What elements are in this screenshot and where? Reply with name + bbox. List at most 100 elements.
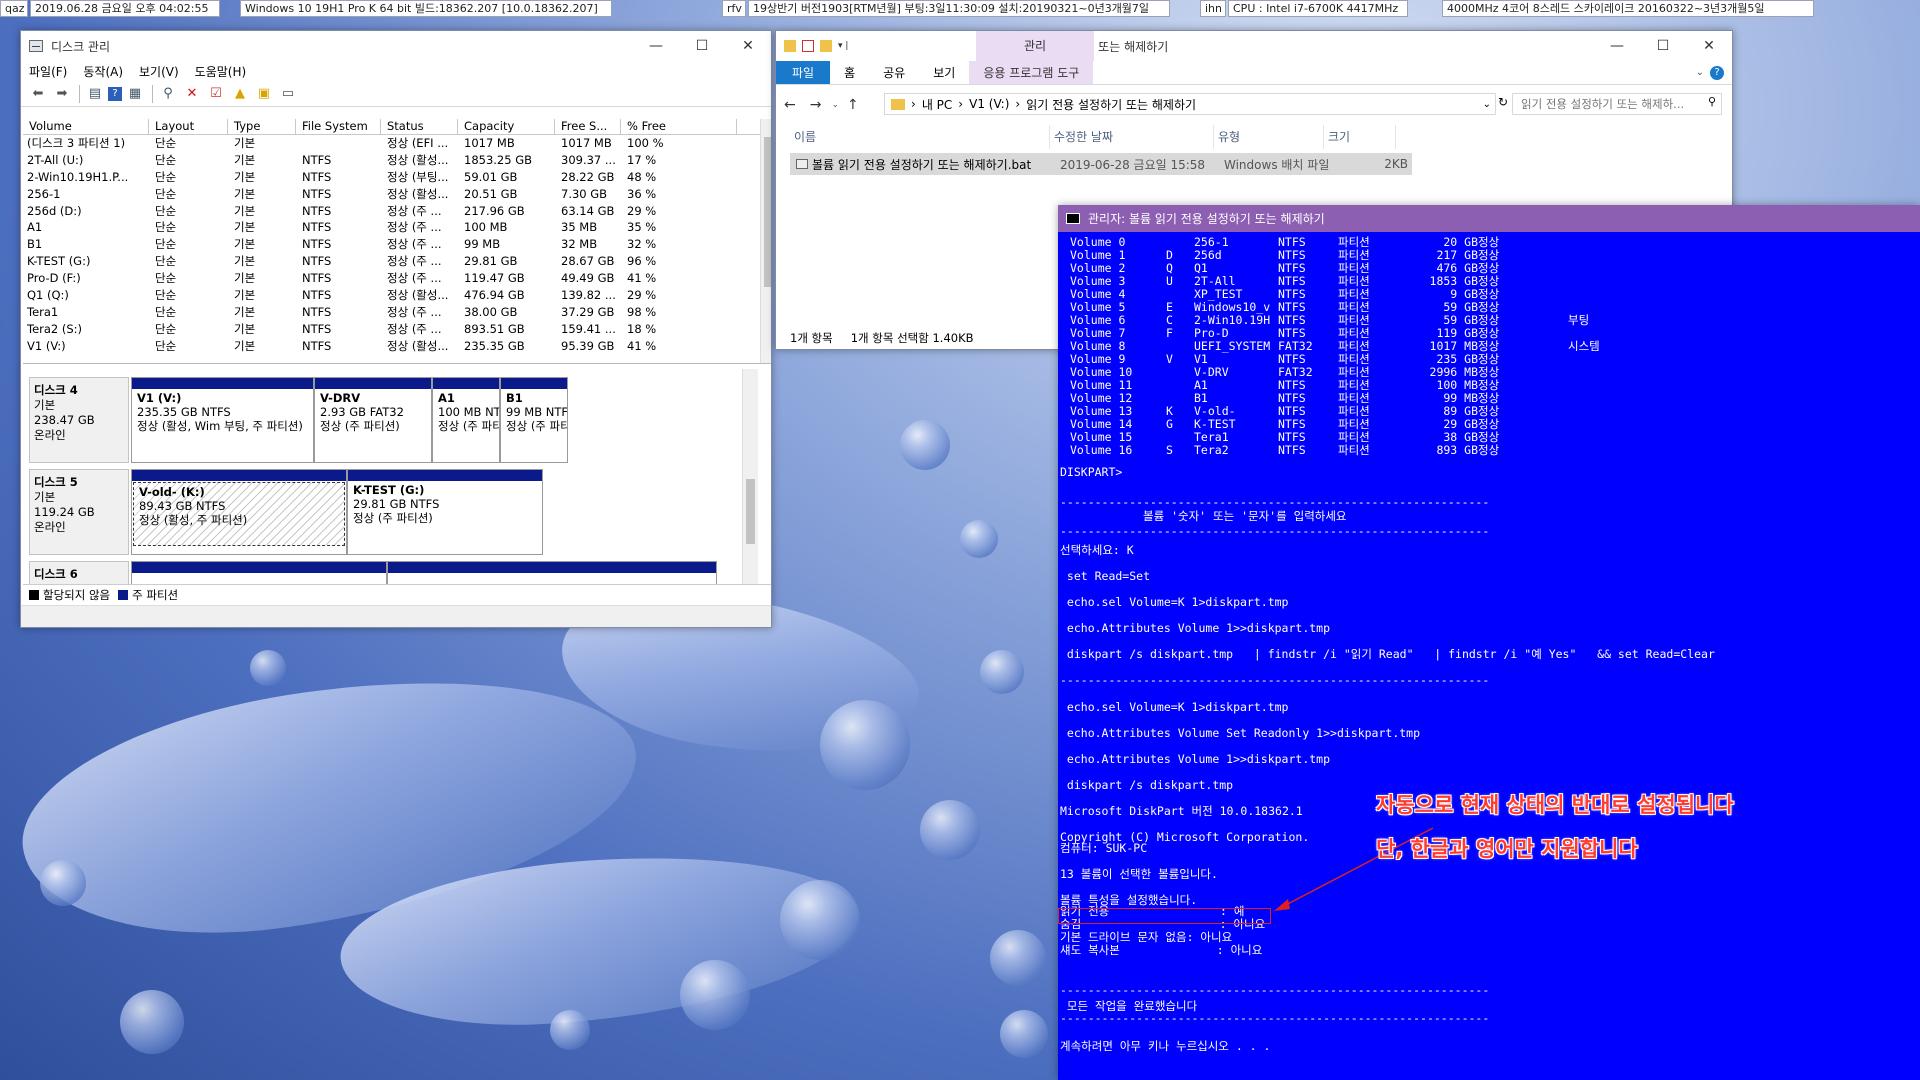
volume-cell: NTFS xyxy=(302,338,332,353)
col-capacity[interactable]: Capacity xyxy=(458,119,555,134)
titlebar[interactable]: 디스크 관리 — ☐ ✕ xyxy=(21,31,771,61)
breadcrumb-my-pc[interactable]: 내 PC xyxy=(922,96,952,113)
volume-row[interactable]: A1 단순 기본 NTFS 정상 (주 ... 100 MB 35 MB 35 % xyxy=(23,219,771,236)
volume-row[interactable]: 2T-All (U:) 단순 기본 NTFS 정상 (활성... 1853.25 GB 30… xyxy=(23,152,771,169)
disk-view-scrollbar[interactable] xyxy=(742,369,758,584)
col-filesystem[interactable]: File System xyxy=(296,119,381,134)
tab-share[interactable]: 공유 xyxy=(869,61,919,84)
volume-row[interactable]: (디스크 3 파티션 1) 단순 기본 정상 (EFI ... 1017 MB 1017 … xyxy=(23,135,771,152)
volume-row[interactable]: 256-1 단순 기본 NTFS 정상 (활성... 20.51 GB 7.30 GB 36 … xyxy=(23,186,771,203)
partition-disk6-2[interactable] xyxy=(387,561,717,584)
minimize-button[interactable]: — xyxy=(1594,31,1640,61)
volume-row[interactable]: V1 (V:) 단순 기본 NTFS 정상 (활성... 235.35 GB 95.39 G… xyxy=(23,338,771,355)
partition-v-drv[interactable]: V-DRV 2.93 GB FAT32 정상 (주 파티션) xyxy=(314,377,432,463)
volume-cell: 20.51 GB xyxy=(464,186,518,201)
properties-icon[interactable] xyxy=(802,40,814,52)
partition-k-test[interactable]: K-TEST (G:) 29.81 GB NTFS 정상 (주 파티션) xyxy=(347,469,543,555)
back-arrow-icon[interactable]: ⬅ xyxy=(27,84,49,104)
forward-arrow-icon[interactable]: → xyxy=(810,97,822,113)
partition-b1[interactable]: B199 MB NTFS정상 (주 파티 xyxy=(500,377,568,463)
breadcrumb-folder[interactable]: 읽기 전용 설정하기 또는 해제하기 xyxy=(1026,96,1196,113)
delete-icon[interactable]: ✕ xyxy=(181,84,203,104)
folder-search-icon[interactable]: ▣ xyxy=(253,84,275,104)
chevron-down-icon[interactable]: ▾ | xyxy=(838,41,848,51)
disk-state: 온라인 xyxy=(34,428,66,442)
menu-action[interactable]: 동작(A) xyxy=(83,63,123,80)
titlebar[interactable]: ▾ | 읽기 전용 설정하기 또는 해제하기 — ☐ ✕ xyxy=(776,31,1732,61)
disk-type: 기본 xyxy=(34,398,56,412)
col-name[interactable]: 이름 xyxy=(790,125,1050,149)
search-input[interactable]: 읽기 전용 설정하기 또는 해제하... xyxy=(1512,93,1722,115)
properties-icon[interactable]: ▦ xyxy=(124,84,146,104)
col-layout[interactable]: Layout xyxy=(149,119,228,134)
disk-4-label[interactable]: 디스크 4 기본 238.47 GB 온라인 xyxy=(29,377,129,463)
partition-v1[interactable]: V1 (V:) 235.35 GB NTFS 정상 (활성, Wim 부팅, 주 파… xyxy=(131,377,314,463)
help-icon[interactable]: ? xyxy=(108,86,122,101)
checklist-icon[interactable]: ☑ xyxy=(205,84,227,104)
details-icon[interactable]: ▭ xyxy=(277,84,299,104)
close-button[interactable]: ✕ xyxy=(725,31,771,61)
tab-view[interactable]: 보기 xyxy=(919,61,969,84)
menu-help[interactable]: 도움말(H) xyxy=(195,63,247,80)
partition-v-old-selected[interactable]: V-old- (K:) 89.43 GB NTFS 정상 (활성, 주 파티션) xyxy=(131,469,347,555)
volume-cell: 893.51 GB xyxy=(464,321,525,336)
col-type[interactable]: Type xyxy=(228,119,296,134)
help-icon[interactable]: ? xyxy=(1710,66,1724,80)
new-folder-icon[interactable] xyxy=(820,40,832,52)
forward-arrow-icon[interactable]: ➡ xyxy=(51,84,73,104)
volume-cell: 95.39 GB xyxy=(561,338,615,353)
volume-cell: 28.67 GB xyxy=(561,254,615,269)
volume-cell: 99 MB xyxy=(464,237,501,252)
volume-cell: 309.37 ... xyxy=(561,152,616,167)
volume-cell: 41 % xyxy=(627,338,657,353)
disk-6-label[interactable]: 디스크 6 xyxy=(29,561,129,584)
disk-5-row[interactable]: 디스크 5 기본 119.24 GB 온라인 V-old- (K:) 89.43 … xyxy=(29,469,669,557)
file-row[interactable]: 볼륨 읽기 전용 설정하기 또는 해제하기.bat 2019-06-28 금요일… xyxy=(790,153,1412,175)
console-titlebar[interactable]: 관리자: 볼륨 읽기 전용 설정하기 또는 해제하기 xyxy=(1058,205,1920,232)
volume-cell: 63.14 GB xyxy=(561,203,615,218)
console-tree-icon[interactable]: ▤ xyxy=(84,84,106,104)
search-icon[interactable]: ⚲ xyxy=(1708,95,1716,108)
tab-home[interactable]: 홈 xyxy=(830,61,869,84)
col-volume[interactable]: Volume xyxy=(23,119,149,134)
col-date[interactable]: 수정한 날짜 xyxy=(1050,125,1214,149)
connect-icon[interactable]: ⚲ xyxy=(157,84,179,104)
col-type[interactable]: 유형 xyxy=(1214,125,1324,149)
maximize-button[interactable]: ☐ xyxy=(679,31,725,61)
recent-chevron-icon[interactable]: ⌄ xyxy=(831,100,839,110)
col-status[interactable]: Status xyxy=(381,119,458,134)
volume-table-scrollbar[interactable] xyxy=(760,119,771,363)
partition-disk6-1[interactable] xyxy=(131,561,387,584)
maximize-button[interactable]: ☐ xyxy=(1640,31,1686,61)
volume-row[interactable]: Q1 (Q:) 단순 기본 NTFS 정상 (활성... 476.94 GB 139.82 … xyxy=(23,287,771,304)
volume-row[interactable]: 256d (D:) 단순 기본 NTFS 정상 (주 ... 217.96 GB 63.14… xyxy=(23,203,771,220)
col-pct-free[interactable]: % Free xyxy=(621,119,737,134)
volume-row[interactable]: K-TEST (G:) 단순 기본 NTFS 정상 (주 ... 29.81 GB 28.6… xyxy=(23,253,771,270)
back-arrow-icon[interactable]: ← xyxy=(784,97,796,113)
disk-6-row[interactable]: 디스크 6 xyxy=(29,561,769,584)
folder-up-icon[interactable]: ▲ xyxy=(229,84,251,104)
breadcrumb-drive[interactable]: V1 (V:) xyxy=(969,97,1009,111)
disk-5-label[interactable]: 디스크 5 기본 119.24 GB 온라인 xyxy=(29,469,129,555)
volume-row[interactable]: 2-Win10.19H1.P... 단순 기본 NTFS 정상 (부팅... 59.01 … xyxy=(23,169,771,186)
ribbon-expand-icon[interactable]: ⌄ xyxy=(1696,61,1710,84)
close-button[interactable]: ✕ xyxy=(1686,31,1732,61)
disk-4-row[interactable]: 디스크 4 기본 238.47 GB 온라인 V1 (V:) 235.35 GB … xyxy=(29,377,669,465)
up-arrow-icon[interactable]: ↑ xyxy=(847,97,859,113)
volume-row[interactable]: Pro-D (F:) 단순 기본 NTFS 정상 (주 ... 119.47 GB 49.4… xyxy=(23,270,771,287)
address-dropdown-icon[interactable]: ⌄ xyxy=(1483,99,1495,110)
refresh-icon[interactable]: ↻ xyxy=(1498,95,1508,109)
volume-cell: 단순 xyxy=(155,288,177,303)
menu-view[interactable]: 보기(V) xyxy=(139,63,179,80)
menu-file[interactable]: 파일(F) xyxy=(29,63,67,80)
tab-file[interactable]: 파일 xyxy=(776,61,831,84)
volume-row[interactable]: Tera1 단순 기본 NTFS 정상 (주 ... 38.00 GB 37.29 GB 98… xyxy=(23,304,771,321)
partition-a1[interactable]: A1100 MB NTF정상 (주 파티 xyxy=(432,377,500,463)
volume-row[interactable]: Tera2 (S:) 단순 기본 NTFS 정상 (주 ... 893.51 GB 159.… xyxy=(23,321,771,338)
minimize-button[interactable]: — xyxy=(633,31,679,61)
volume-row[interactable]: B1 단순 기본 NTFS 정상 (주 ... 99 MB 32 MB 32 % xyxy=(23,236,771,253)
address-bar[interactable]: › 내 PC › V1 (V:) › 읽기 전용 설정하기 또는 해제하기 ⌄ xyxy=(884,93,1496,115)
col-size[interactable]: 크기 xyxy=(1324,125,1396,149)
col-free[interactable]: Free S... xyxy=(555,119,621,134)
tab-application-tools[interactable]: 응용 프로그램 도구 xyxy=(969,61,1094,84)
